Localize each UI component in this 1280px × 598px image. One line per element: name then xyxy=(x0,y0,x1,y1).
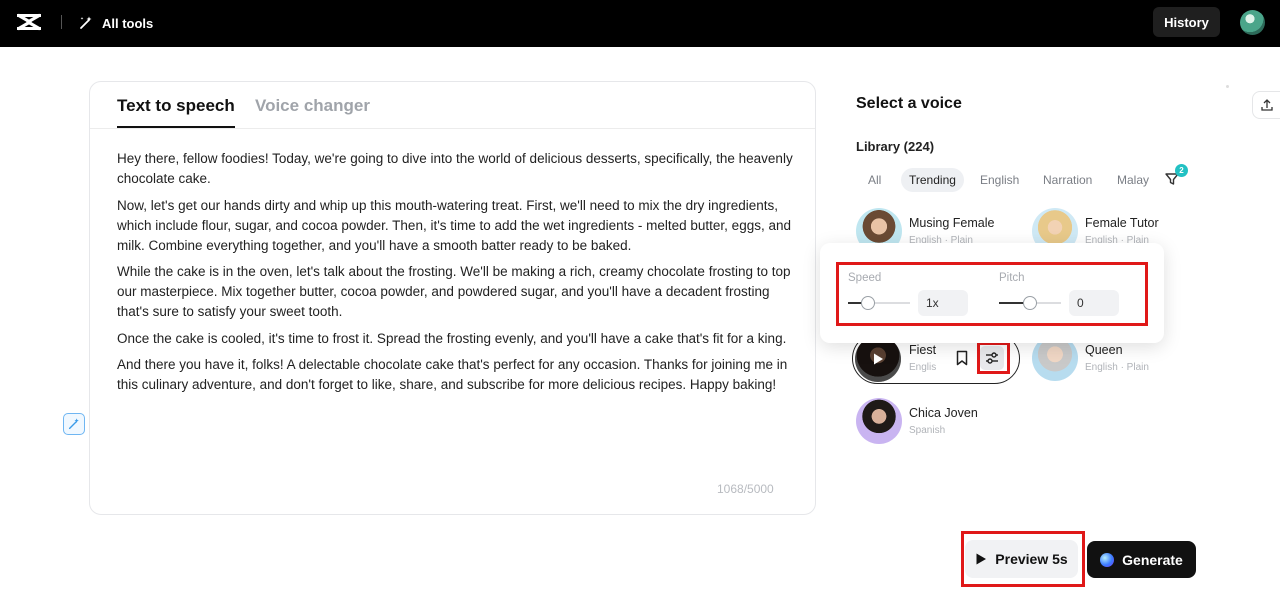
ai-rewrite-button[interactable] xyxy=(63,413,85,435)
mode-tabs: Text to speech Voice changer xyxy=(90,82,815,129)
script-paragraph: Once the cake is cooled, it's time to fr… xyxy=(117,330,787,346)
tab-text-to-speech[interactable]: Text to speech xyxy=(117,96,235,116)
side-tool-button[interactable] xyxy=(1252,91,1280,119)
voice-filter-chips: All Trending English Narration Malay xyxy=(856,168,1156,192)
filter-count-badge: 2 xyxy=(1175,164,1188,177)
generate-orb-icon xyxy=(1100,552,1115,567)
history-button[interactable]: History xyxy=(1153,7,1220,37)
play-icon xyxy=(874,353,883,365)
generate-label: Generate xyxy=(1122,551,1183,568)
filter-chip-narration[interactable]: Narration xyxy=(1035,168,1100,192)
popup-highlight-box xyxy=(836,262,1148,326)
library-label: Library (224) xyxy=(856,139,935,154)
upload-icon xyxy=(1261,99,1273,111)
filter-chip-malay[interactable]: Malay xyxy=(1109,168,1156,192)
magic-pen-icon xyxy=(68,418,79,430)
topbar-divider xyxy=(61,15,62,29)
capcut-logo-icon[interactable] xyxy=(16,11,42,33)
all-tools-label: All tools xyxy=(102,15,154,31)
active-tab-indicator xyxy=(117,126,235,128)
script-paragraph: While the cake is in the oven, let's tal… xyxy=(117,264,791,319)
voice-meta: Spanish xyxy=(909,425,946,436)
voice-item-chica-joven[interactable]: Chica Joven Spanish xyxy=(856,398,1006,444)
voice-meta: Englis xyxy=(909,362,937,373)
magic-wand-icon xyxy=(80,16,92,29)
voice-name: Musing Female xyxy=(909,216,995,230)
voice-meta: English · Plain xyxy=(1085,362,1149,373)
text-editor-card: Text to speech Voice changer Hey there, … xyxy=(89,81,816,515)
voice-name: Queen xyxy=(1085,343,1123,357)
settings-highlight-box xyxy=(977,342,1010,374)
filter-chip-all[interactable]: All xyxy=(860,168,889,192)
all-tools-button[interactable]: All tools xyxy=(78,12,153,34)
decorative-dot xyxy=(1226,85,1229,88)
filter-chip-english[interactable]: English xyxy=(972,168,1027,192)
voice-name: Chica Joven xyxy=(909,406,978,420)
top-bar: All tools History xyxy=(0,0,1280,47)
character-count: 1068/5000 xyxy=(717,482,774,496)
user-avatar[interactable] xyxy=(1240,10,1265,35)
preview-highlight-box xyxy=(961,531,1085,587)
voice-name: Female Tutor xyxy=(1085,216,1159,230)
script-paragraph: Hey there, fellow foodies! Today, we're … xyxy=(117,151,793,186)
select-voice-title: Select a voice xyxy=(856,95,962,112)
voice-avatar xyxy=(856,398,902,444)
filter-chip-trending[interactable]: Trending xyxy=(901,168,964,192)
tab-voice-changer[interactable]: Voice changer xyxy=(255,96,370,116)
bookmark-icon[interactable] xyxy=(955,350,969,366)
script-text-area[interactable]: Hey there, fellow foodies! Today, we're … xyxy=(117,149,795,402)
voice-name: Fiest xyxy=(909,343,937,357)
script-paragraph: Now, let's get our hands dirty and whip … xyxy=(117,197,791,253)
generate-button[interactable]: Generate xyxy=(1087,541,1196,578)
script-paragraph: And there you have it, folks! A delectab… xyxy=(117,357,788,392)
